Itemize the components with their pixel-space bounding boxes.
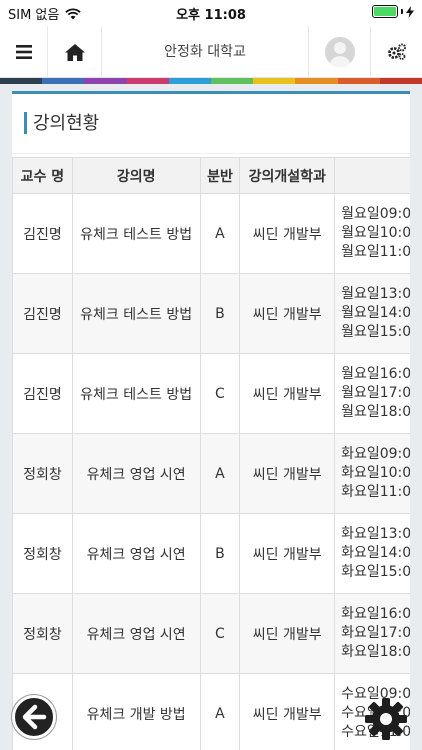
- home-icon: [64, 43, 85, 61]
- time-slot: 월요일14:0: [341, 305, 410, 321]
- cell-course: 유체크 테스트 방법: [71, 193, 201, 274]
- cell-department: 씨딘 개발부: [239, 353, 336, 434]
- profile-button[interactable]: [308, 26, 370, 78]
- card-header: 강의현황: [12, 94, 410, 154]
- time-slot: 월요일17:0: [341, 385, 410, 401]
- avatar: [324, 37, 355, 67]
- header-department: 강의개설학과: [239, 157, 336, 194]
- time-slot: 화요일18:0: [341, 644, 410, 660]
- time-slot: 월요일10:0: [341, 225, 410, 241]
- cell-times: 화요일13:0 화요일14:0 화요일15:0: [334, 513, 410, 594]
- time-slot: 월요일18:0: [341, 404, 410, 420]
- gear-icon: [365, 698, 407, 740]
- table-header-row: 교수 명 강의명 분반 강의개설학과: [12, 157, 410, 194]
- cell-department: 씨딘 개발부: [239, 433, 336, 514]
- header-course: 강의명: [71, 157, 201, 194]
- cell-course: 유체크 개발 방법: [71, 673, 201, 750]
- table-row[interactable]: 유체크 개발 방법A씨딘 개발부수요일09:0수요일10:0수요일11:0: [12, 673, 410, 750]
- table-row[interactable]: 정회창 유체크 영업 시연 C 씨딘 개발부 화요일16:0 화요일17:0 화요일18:0: [12, 593, 410, 674]
- cell-department: 씨딘 개발부: [239, 273, 336, 354]
- back-button[interactable]: [12, 695, 56, 739]
- time-slot: 화요일13:0: [341, 526, 410, 542]
- time-slot: 화요일11:0: [341, 484, 410, 500]
- lecture-status-card: 강의현황 교수 명 강의명 분반 강의개설학과 김진명 유체크 테스트 방법 A 씨딘…: [12, 91, 410, 750]
- cell-professor: 정회창: [12, 593, 73, 674]
- cell-times: 월요일13:0 월요일14:0 월요일15:0: [334, 273, 410, 354]
- arrow-left-icon: [22, 704, 47, 730]
- charging-icon: [406, 5, 414, 18]
- time-slot: 월요일16:0: [341, 366, 410, 382]
- status-time: 오후 11:08: [176, 8, 246, 23]
- cell-times: 화요일09:0 화요일10:0 화요일11:0: [334, 433, 410, 514]
- cell-department: 씨딘 개발부: [239, 673, 336, 750]
- cell-section: C: [199, 353, 241, 434]
- cell-section: A: [199, 433, 241, 514]
- lecture-table: 교수 명 강의명 분반 강의개설학과 김진명 유체크 테스트 방법 A 씨딘 개발부 월…: [12, 157, 410, 750]
- cell-section: A: [199, 193, 241, 274]
- cell-section: B: [199, 273, 241, 354]
- time-slot: 화요일10:0: [341, 465, 410, 481]
- cell-section: B: [199, 513, 241, 594]
- time-slot: 화요일15:0: [341, 564, 410, 580]
- cell-professor: 정회창: [12, 513, 73, 594]
- battery-cap: [401, 9, 403, 14]
- time-slot: 화요일16:0: [341, 606, 410, 622]
- cell-course: 유체크 테스트 방법: [71, 273, 201, 354]
- time-slot: 월요일13:0: [341, 286, 410, 302]
- settings-fab[interactable]: [364, 697, 408, 741]
- page-title: 안정화 대학교: [164, 44, 246, 60]
- cell-section: A: [199, 673, 241, 750]
- cell-times: 월요일09:0 월요일10:0 월요일11:0: [334, 193, 410, 274]
- status-bar: SIM 없음 오후 11:08: [0, 0, 422, 26]
- cell-professor: 김진명: [12, 273, 73, 354]
- time-slot: 월요일09:0: [341, 206, 410, 222]
- cell-department: 씨딘 개발부: [239, 593, 336, 674]
- table-row[interactable]: 김진명 유체크 테스트 방법 C 씨딘 개발부 월요일16:0 월요일17:0 월요일18:…: [12, 353, 410, 434]
- cell-times: 월요일16:0 월요일17:0 월요일18:0: [334, 353, 410, 434]
- header-times: [334, 157, 410, 194]
- cell-course: 유체크 테스트 방법: [71, 353, 201, 434]
- cell-course: 유체크 영업 시연: [71, 433, 201, 514]
- cell-department: 씨딘 개발부: [239, 193, 336, 274]
- table-row[interactable]: 김진명 유체크 테스트 방법 B 씨딘 개발부 월요일13:0 월요일14:0 월요일15:…: [12, 273, 410, 354]
- time-slot: 화요일14:0: [341, 545, 410, 561]
- cell-professor: 정회창: [12, 433, 73, 514]
- time-slot: 화요일09:0: [341, 446, 410, 462]
- cell-department: 씨딘 개발부: [239, 513, 336, 594]
- menu-button[interactable]: [0, 26, 48, 78]
- time-slot: 월요일11:0: [341, 244, 410, 260]
- cell-professor: 김진명: [12, 353, 73, 434]
- cell-section: C: [199, 593, 241, 674]
- navbar: 안정화 대학교: [0, 26, 422, 78]
- status-right: [372, 5, 414, 18]
- header-professor: 교수 명: [12, 157, 73, 194]
- battery-icon: [372, 5, 398, 18]
- cell-professor: 김진명: [12, 193, 73, 274]
- time-slot: 월요일15:0: [341, 324, 410, 340]
- time-slot: 화요일17:0: [341, 625, 410, 641]
- table-row[interactable]: 김진명 유체크 테스트 방법 A 씨딘 개발부 월요일09:0 월요일10:0 월요일11:…: [12, 193, 410, 274]
- table-row[interactable]: 정회창 유체크 영업 시연 A 씨딘 개발부 화요일09:0 화요일10:0 화요일11:0: [12, 433, 410, 514]
- card-title: 강의현황: [33, 113, 100, 134]
- cell-course: 유체크 영업 시연: [71, 593, 201, 674]
- cell-times: 화요일16:0 화요일17:0 화요일18:0: [334, 593, 410, 674]
- title-accent: [24, 112, 27, 134]
- settings-button[interactable]: [370, 26, 422, 78]
- header-section: 분반: [199, 157, 241, 194]
- home-button[interactable]: [48, 26, 102, 78]
- table-scroll[interactable]: 교수 명 강의명 분반 강의개설학과 김진명 유체크 테스트 방법 A 씨딘 개발부 월…: [12, 157, 410, 750]
- table-row[interactable]: 정회창 유체크 영업 시연 B 씨딘 개발부 화요일13:0 화요일14:0 화요일15:0: [12, 513, 410, 594]
- cell-course: 유체크 영업 시연: [71, 513, 201, 594]
- hamburger-icon: [15, 45, 32, 59]
- gears-icon: [387, 43, 406, 60]
